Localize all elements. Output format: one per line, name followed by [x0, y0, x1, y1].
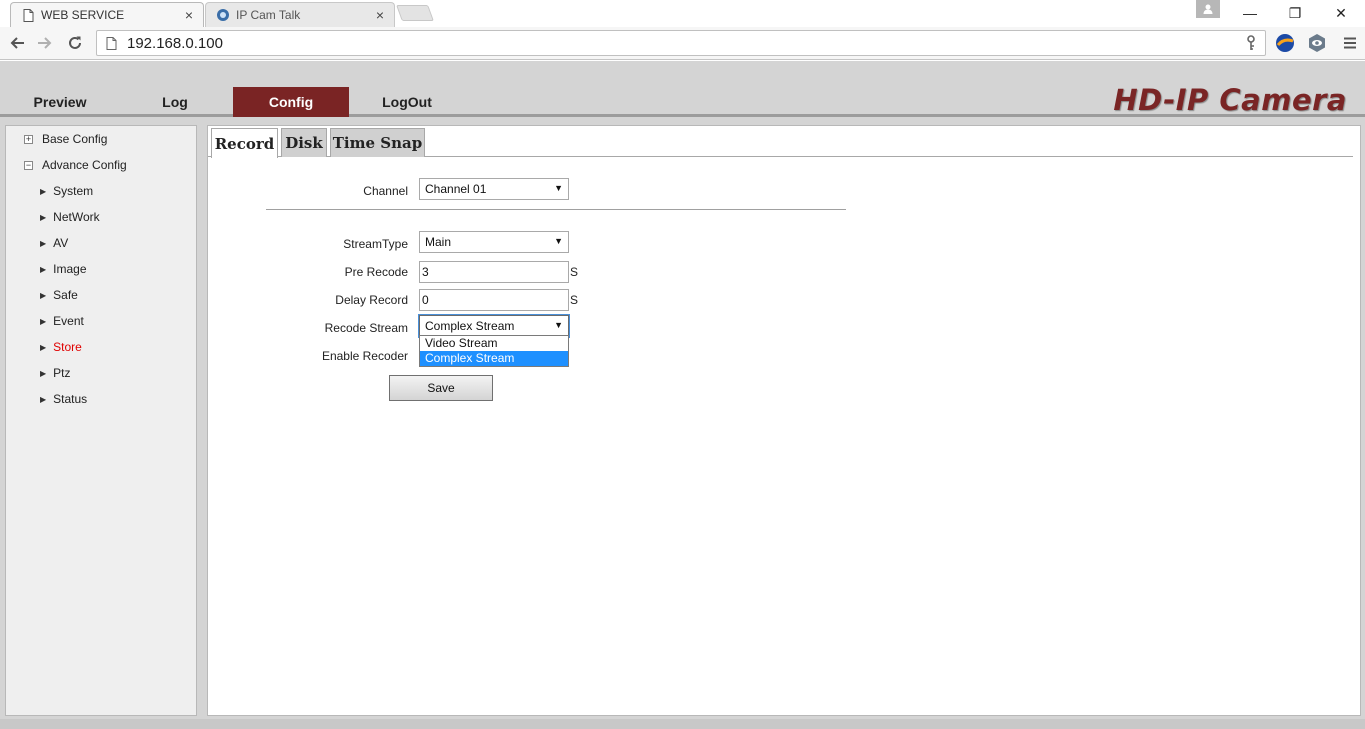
- page-icon: [21, 8, 35, 22]
- delay-record-input[interactable]: 0: [419, 289, 569, 311]
- sidebar-item-store[interactable]: ▶ Store: [6, 334, 82, 360]
- collapse-minus-icon[interactable]: −: [24, 160, 33, 170]
- sidebar-item-label: Image: [53, 262, 87, 276]
- option-complex-stream[interactable]: Complex Stream: [420, 351, 568, 366]
- triangle-right-icon: ▶: [40, 238, 47, 248]
- triangle-right-icon: ▶: [40, 342, 47, 352]
- browser-tab-ip-cam-talk[interactable]: IP Cam Talk ×: [205, 2, 395, 27]
- sidebar-item-image[interactable]: ▶ Image: [6, 256, 87, 282]
- sidebar-item-safe[interactable]: ▶ Safe: [6, 282, 78, 308]
- url-text: 192.168.0.100: [127, 34, 223, 52]
- sidebar-item-status[interactable]: ▶ Status: [6, 386, 87, 412]
- forward-arrow-icon[interactable]: [33, 31, 57, 55]
- sidebar-item-label: System: [53, 184, 94, 198]
- tab-disk[interactable]: Disk: [281, 128, 327, 157]
- brand-logo: HD-IP Camera: [1113, 83, 1347, 117]
- stream-type-label: StreamType: [343, 237, 408, 251]
- key-icon[interactable]: [1243, 35, 1259, 51]
- stream-type-value: Main: [425, 235, 452, 249]
- delay-record-unit: S: [570, 293, 579, 307]
- tab-title: WEB SERVICE: [41, 8, 125, 22]
- sidebar-group-label: Advance Config: [42, 158, 127, 172]
- dropdown-caret-icon: ▼: [554, 320, 563, 330]
- config-sidebar: + Base Config − Advance Config ▶ System …: [5, 125, 197, 716]
- back-arrow-icon[interactable]: [5, 31, 29, 55]
- expand-plus-icon[interactable]: +: [24, 134, 33, 144]
- triangle-right-icon: ▶: [40, 212, 47, 222]
- pre-record-label: Pre Recode: [344, 265, 408, 279]
- nav-preview[interactable]: Preview: [20, 87, 100, 117]
- window-close-button[interactable]: ✕: [1323, 2, 1359, 24]
- profile-icon[interactable]: [1196, 0, 1220, 18]
- extension-eye-icon[interactable]: [1306, 32, 1328, 54]
- sidebar-item-network[interactable]: ▶ NetWork: [6, 204, 100, 230]
- save-button[interactable]: Save: [389, 375, 493, 401]
- web-page: Preview Log Config LogOut HD-IP Camera +…: [0, 61, 1365, 729]
- sidebar-item-system[interactable]: ▶ System: [6, 178, 93, 204]
- sidebar-item-ptz[interactable]: ▶ Ptz: [6, 360, 71, 386]
- triangle-right-icon: ▶: [40, 316, 47, 326]
- triangle-right-icon: ▶: [40, 290, 47, 300]
- reload-icon[interactable]: [63, 31, 87, 55]
- subtab-bar: Record Disk Time Snap: [208, 126, 1353, 158]
- record-stream-dropdown: Video Stream Complex Stream: [419, 335, 569, 367]
- tab-record[interactable]: Record: [211, 128, 278, 158]
- sidebar-item-label: Event: [53, 314, 84, 328]
- dropdown-caret-icon: ▼: [554, 183, 563, 193]
- nav-logout[interactable]: LogOut: [367, 87, 447, 117]
- record-stream-label: Recode Stream: [324, 321, 408, 335]
- ipcamtalk-favicon-icon: [216, 8, 230, 22]
- browser-titlebar: WEB SERVICE × IP Cam Talk × — ❐ ✕: [0, 0, 1365, 27]
- nav-log[interactable]: Log: [135, 87, 215, 117]
- triangle-right-icon: ▶: [40, 264, 47, 274]
- page-bottom-bar: [0, 719, 1365, 729]
- record-stream-select[interactable]: Complex Stream ▼: [418, 314, 570, 338]
- delay-record-label: Delay Record: [335, 293, 408, 307]
- sidebar-item-av[interactable]: ▶ AV: [6, 230, 68, 256]
- address-bar[interactable]: 192.168.0.100: [96, 30, 1266, 56]
- page-icon: [104, 36, 118, 50]
- triangle-right-icon: ▶: [40, 394, 47, 404]
- triangle-right-icon: ▶: [40, 186, 47, 196]
- pre-record-input[interactable]: 3: [419, 261, 569, 283]
- enable-recorder-label: Enable Recoder: [321, 349, 408, 363]
- record-stream-value: Complex Stream: [425, 319, 515, 333]
- sidebar-item-label: Ptz: [53, 366, 71, 380]
- tab-close-icon[interactable]: ×: [181, 7, 197, 23]
- new-tab-button[interactable]: [396, 5, 434, 21]
- option-video-stream[interactable]: Video Stream: [420, 336, 568, 351]
- sidebar-group-label: Base Config: [42, 132, 108, 146]
- browser-toolbar: 192.168.0.100: [0, 27, 1365, 60]
- tab-title: IP Cam Talk: [236, 8, 301, 22]
- nav-config[interactable]: Config: [233, 87, 349, 117]
- sidebar-item-label: Store: [53, 340, 82, 354]
- sidebar-item-label: Status: [53, 392, 88, 406]
- restore-button[interactable]: ❐: [1277, 2, 1313, 24]
- main-nav: Preview Log Config LogOut HD-IP Camera: [0, 61, 1365, 117]
- extension-globe-icon[interactable]: [1274, 32, 1296, 54]
- tab-close-icon[interactable]: ×: [372, 7, 388, 23]
- tab-time-snap[interactable]: Time Snap: [330, 128, 425, 157]
- pre-record-unit: S: [570, 265, 579, 279]
- sidebar-item-label: NetWork: [53, 210, 100, 224]
- form-divider: [266, 209, 846, 210]
- channel-select[interactable]: Channel 01 ▼: [419, 178, 569, 200]
- browser-tab-web-service[interactable]: WEB SERVICE ×: [10, 2, 204, 27]
- sidebar-item-event[interactable]: ▶ Event: [6, 308, 84, 334]
- sidebar-item-label: Safe: [53, 288, 78, 302]
- config-content: Record Disk Time Snap Channel Channel 01…: [207, 125, 1361, 716]
- sidebar-item-label: AV: [53, 236, 69, 250]
- channel-label: Channel: [363, 184, 408, 198]
- triangle-right-icon: ▶: [40, 368, 47, 378]
- minimize-button[interactable]: —: [1232, 2, 1268, 24]
- menu-icon[interactable]: [1339, 32, 1361, 54]
- stream-type-select[interactable]: Main ▼: [419, 231, 569, 253]
- sidebar-group-base-config[interactable]: + Base Config: [6, 126, 107, 152]
- dropdown-caret-icon: ▼: [554, 236, 563, 246]
- channel-value: Channel 01: [425, 182, 487, 196]
- sidebar-group-advance-config[interactable]: − Advance Config: [6, 152, 127, 178]
